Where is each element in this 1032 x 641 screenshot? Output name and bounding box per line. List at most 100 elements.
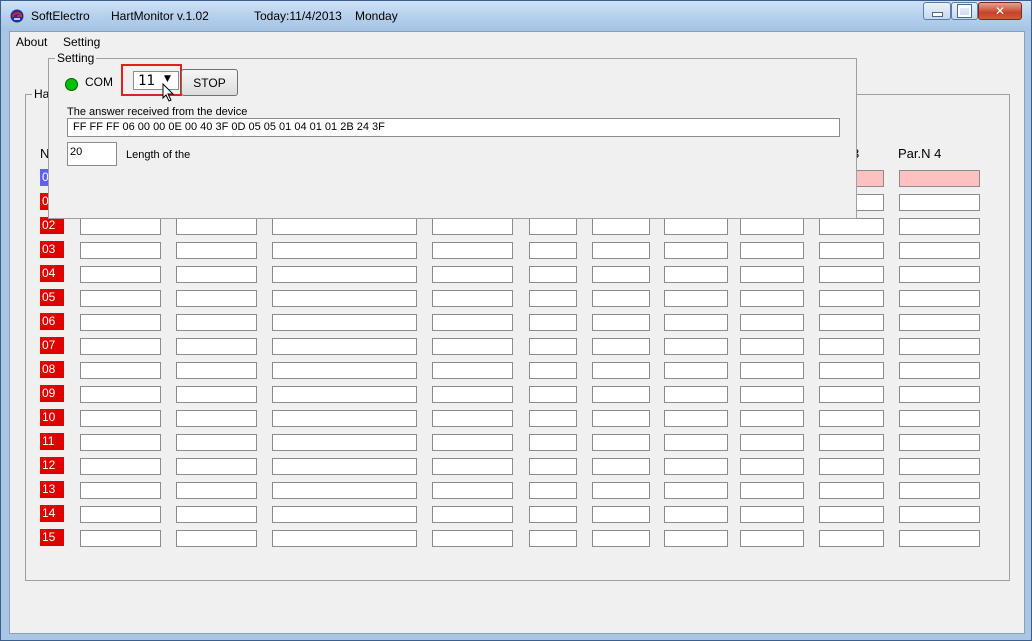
grid-cell[interactable] [819,410,884,427]
grid-cell[interactable] [740,266,804,283]
grid-cell[interactable] [740,218,804,235]
grid-cell[interactable] [664,458,728,475]
grid-cell[interactable] [529,482,577,499]
grid-cell[interactable] [529,458,577,475]
grid-cell[interactable] [740,242,804,259]
grid-cell[interactable] [819,338,884,355]
grid-cell[interactable] [529,290,577,307]
grid-cell[interactable] [899,362,980,379]
grid-cell[interactable] [176,314,257,331]
grid-cell[interactable] [80,434,161,451]
grid-cell[interactable] [740,482,804,499]
grid-cell[interactable] [740,410,804,427]
row-number-label[interactable]: 14 [40,505,64,522]
grid-cell[interactable] [819,362,884,379]
grid-cell[interactable] [272,482,417,499]
grid-cell[interactable] [272,242,417,259]
grid-cell[interactable] [529,386,577,403]
grid-cell[interactable] [432,530,513,547]
grid-cell[interactable] [432,362,513,379]
stop-button[interactable]: STOP [181,69,238,96]
grid-cell[interactable] [592,530,650,547]
grid-cell[interactable] [529,410,577,427]
grid-cell[interactable] [432,338,513,355]
grid-cell[interactable] [899,482,980,499]
grid-cell[interactable] [664,362,728,379]
grid-cell[interactable] [899,338,980,355]
grid-cell[interactable] [176,530,257,547]
grid-cell[interactable] [664,506,728,523]
menu-setting[interactable]: Setting [63,35,100,49]
grid-cell[interactable] [272,386,417,403]
row-number-label[interactable]: 10 [40,409,64,426]
grid-cell[interactable] [592,362,650,379]
grid-cell[interactable] [272,266,417,283]
length-field[interactable]: 20 [67,142,117,166]
grid-cell[interactable] [664,338,728,355]
grid-cell[interactable] [592,410,650,427]
grid-cell[interactable] [664,218,728,235]
grid-cell[interactable] [176,458,257,475]
grid-cell[interactable] [272,506,417,523]
row-number-label[interactable]: 08 [40,361,64,378]
grid-cell[interactable] [432,314,513,331]
grid-cell[interactable] [740,386,804,403]
row-number-label[interactable]: 12 [40,457,64,474]
grid-cell[interactable] [432,482,513,499]
grid-cell[interactable] [664,290,728,307]
grid-cell[interactable] [272,458,417,475]
grid-cell[interactable] [740,314,804,331]
grid-cell[interactable] [899,218,980,235]
grid-cell[interactable] [664,242,728,259]
grid-cell[interactable] [272,338,417,355]
grid-cell[interactable] [272,530,417,547]
grid-cell[interactable] [740,530,804,547]
grid-cell[interactable] [592,386,650,403]
grid-cell[interactable] [432,434,513,451]
row-number-label[interactable]: 09 [40,385,64,402]
grid-cell[interactable] [529,506,577,523]
grid-cell[interactable] [432,242,513,259]
minimize-button[interactable] [923,2,951,20]
grid-cell[interactable] [80,386,161,403]
grid-cell[interactable] [819,218,884,235]
grid-cell[interactable] [529,530,577,547]
grid-cell[interactable] [529,218,577,235]
grid-cell[interactable] [740,338,804,355]
grid-cell[interactable] [664,266,728,283]
grid-cell[interactable] [819,434,884,451]
grid-cell[interactable] [899,290,980,307]
grid-cell[interactable] [899,194,980,211]
grid-cell[interactable] [592,338,650,355]
grid-cell[interactable] [899,386,980,403]
grid-cell[interactable] [529,338,577,355]
row-number-label[interactable]: 07 [40,337,64,354]
grid-cell[interactable] [80,362,161,379]
grid-cell[interactable] [592,434,650,451]
grid-cell[interactable] [740,434,804,451]
grid-cell[interactable] [80,410,161,427]
grid-cell[interactable] [176,242,257,259]
row-number-label[interactable]: 06 [40,313,64,330]
grid-cell[interactable] [899,530,980,547]
row-number-label[interactable]: 04 [40,265,64,282]
grid-cell[interactable] [80,242,161,259]
grid-cell[interactable] [272,218,417,235]
maximize-button[interactable] [951,2,978,20]
grid-cell[interactable] [176,506,257,523]
grid-cell[interactable] [80,458,161,475]
grid-cell[interactable] [819,242,884,259]
grid-cell[interactable] [899,458,980,475]
grid-cell[interactable] [432,218,513,235]
row-number-label[interactable]: 15 [40,529,64,546]
grid-cell[interactable] [819,290,884,307]
grid-cell[interactable] [176,410,257,427]
grid-cell[interactable] [592,482,650,499]
grid-cell[interactable] [819,386,884,403]
grid-cell[interactable] [592,290,650,307]
row-number-label[interactable]: 03 [40,241,64,258]
grid-cell[interactable] [432,506,513,523]
grid-cell[interactable] [664,530,728,547]
grid-cell[interactable] [529,266,577,283]
grid-cell[interactable] [272,290,417,307]
